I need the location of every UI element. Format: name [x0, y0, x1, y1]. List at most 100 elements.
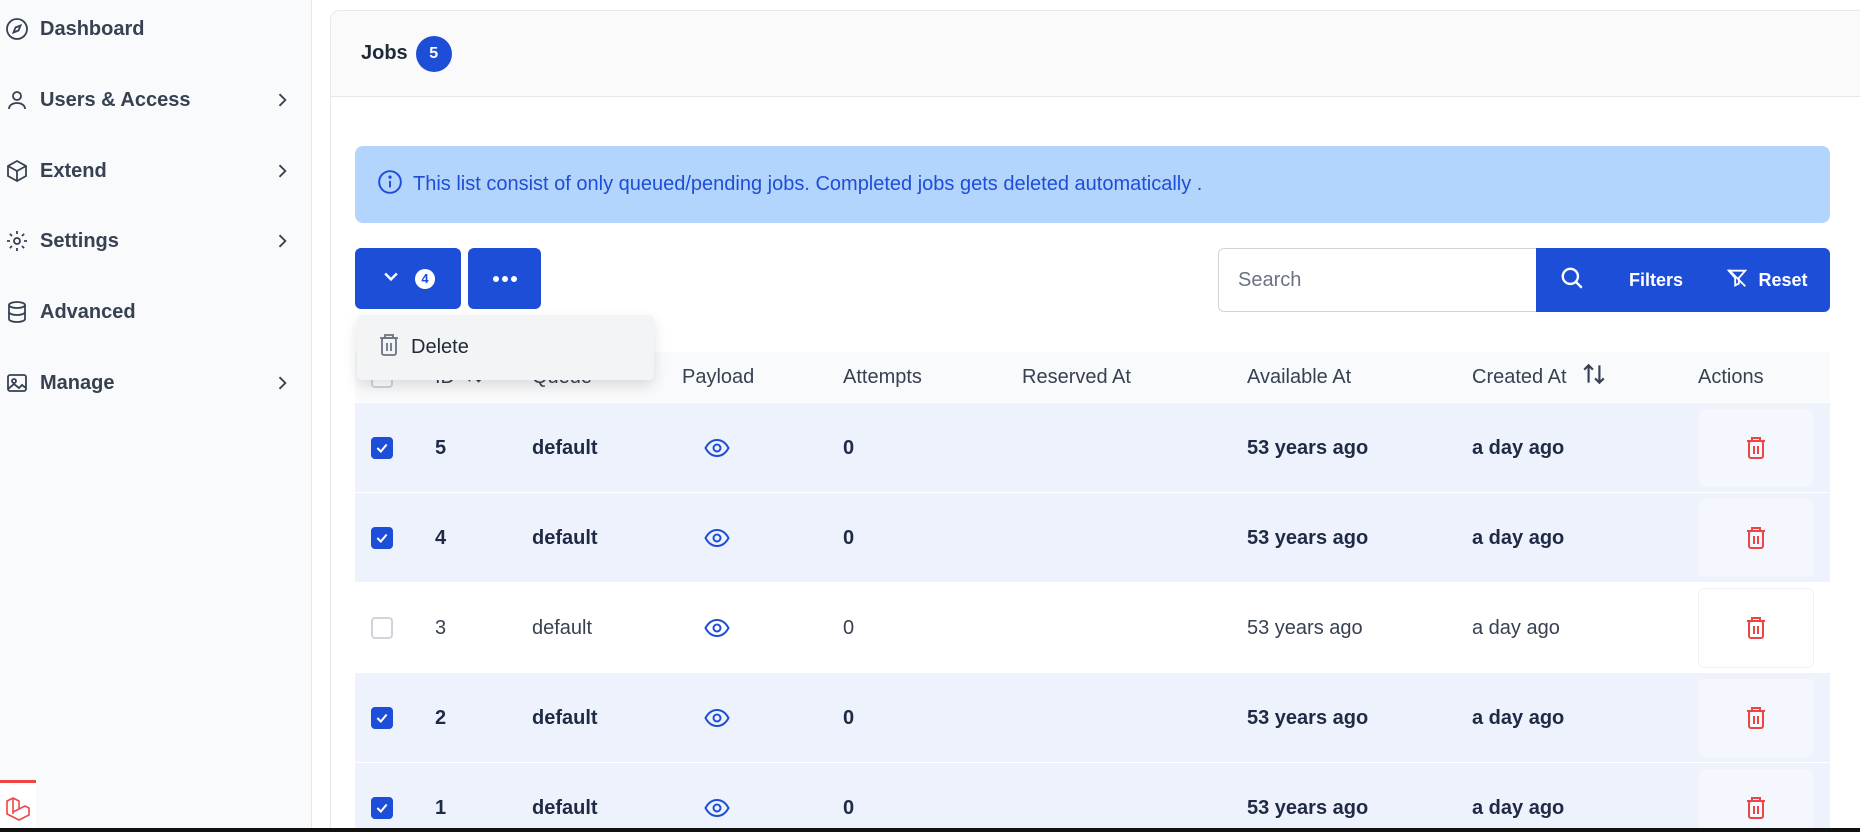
row-checkbox-cell [371, 763, 393, 832]
chevron-down-icon [381, 266, 401, 291]
row-available-at: 53 years ago [1247, 616, 1363, 639]
row-attempts: 0 [843, 436, 855, 459]
row-id: 1 [435, 796, 447, 819]
delete-row-button[interactable] [1698, 768, 1814, 832]
row-actions [1698, 403, 1814, 493]
trash-icon [1747, 527, 1765, 549]
search-button[interactable] [1536, 248, 1608, 312]
sort-icon [1581, 361, 1607, 393]
reset-button[interactable]: Reset [1704, 248, 1830, 312]
check-icon [376, 803, 388, 814]
column-payload: Payload [682, 365, 755, 388]
column-actions: Actions [1698, 365, 1764, 388]
page-title: Jobs [361, 42, 408, 64]
sidebar-item-manage[interactable]: Manage [0, 355, 312, 411]
eye-icon[interactable] [704, 528, 730, 548]
chevron-right-icon [270, 371, 294, 395]
table-row[interactable]: 3 default 0 53 years ago a day ago [355, 582, 1830, 672]
delete-row-button[interactable] [1698, 588, 1814, 668]
row-attempts: 0 [843, 796, 855, 819]
chevron-right-icon [270, 88, 294, 112]
row-checkbox[interactable] [371, 617, 393, 639]
row-id: 2 [435, 706, 447, 729]
row-checkbox[interactable] [371, 797, 393, 819]
check-icon [376, 443, 388, 454]
row-id: 3 [435, 616, 447, 639]
sidebar-item-label: Settings [40, 229, 119, 252]
row-actions [1698, 763, 1814, 832]
delete-row-button[interactable] [1698, 678, 1814, 758]
table-body: 5 default 0 53 years ago a day ago 4 def… [355, 402, 1830, 832]
eye-icon[interactable] [704, 438, 730, 458]
image-icon [2, 368, 32, 398]
sidebar: Dashboard Users & Access Extend Settings [0, 0, 312, 832]
app-logo[interactable] [0, 780, 36, 832]
row-checkbox-cell [371, 673, 393, 763]
delete-row-button[interactable] [1698, 408, 1814, 488]
sidebar-item-label: Advanced [40, 300, 136, 323]
delete-label: Delete [411, 336, 469, 358]
alert-text: This list consist of only queued/pending… [413, 173, 1203, 195]
search-icon [1559, 265, 1585, 296]
eye-icon[interactable] [704, 618, 730, 638]
bottom-edge [0, 828, 1860, 832]
trash-icon [1747, 707, 1765, 729]
row-checkbox[interactable] [371, 707, 393, 729]
row-actions [1698, 673, 1814, 763]
column-created-at[interactable]: Created At [1472, 352, 1607, 402]
count-badge: 5 [415, 35, 452, 72]
table-row[interactable]: 1 default 0 53 years ago a day ago [355, 762, 1830, 832]
column-attempts: Attempts [843, 365, 922, 388]
row-checkbox[interactable] [371, 527, 393, 549]
row-attempts: 0 [843, 616, 855, 639]
check-icon [376, 713, 388, 724]
delete-row-button[interactable] [1698, 498, 1814, 578]
table-row[interactable]: 4 default 0 53 years ago a day ago [355, 492, 1830, 582]
row-available-at: 53 years ago [1247, 436, 1369, 459]
row-created-at: a day ago [1472, 706, 1565, 729]
eye-icon[interactable] [704, 798, 730, 818]
sidebar-item-label: Users & Access [40, 88, 191, 111]
sidebar-item-dashboard[interactable]: Dashboard [0, 1, 312, 57]
row-available-at: 53 years ago [1247, 706, 1369, 729]
trash-icon [1747, 437, 1765, 459]
eye-icon[interactable] [704, 708, 730, 728]
row-queue: default [532, 526, 598, 549]
card-header: Jobs 5 [331, 11, 1860, 97]
table-row[interactable]: 5 default 0 53 years ago a day ago [355, 402, 1830, 492]
ellipsis-icon [492, 270, 518, 288]
column-available-at: Available At [1247, 365, 1352, 388]
row-created-at: a day ago [1472, 616, 1560, 639]
search-input[interactable] [1218, 248, 1536, 312]
selected-count-badge: 4 [415, 268, 435, 289]
sidebar-item-advanced[interactable]: Advanced [0, 284, 312, 340]
sidebar-item-settings[interactable]: Settings [0, 213, 312, 269]
row-payload [704, 403, 730, 493]
gear-icon [2, 226, 32, 256]
filters-button[interactable]: Filters [1608, 248, 1704, 312]
row-payload [704, 583, 730, 673]
trash-icon [377, 332, 401, 363]
reset-label: Reset [1758, 269, 1808, 290]
row-payload [704, 763, 730, 832]
bulk-delete-menu-item[interactable]: Delete [357, 315, 654, 380]
row-actions [1698, 493, 1814, 583]
search-group: Filters Reset [1218, 248, 1830, 312]
sidebar-item-label: Extend [40, 159, 107, 182]
info-icon [377, 169, 403, 201]
row-created-at: a day ago [1472, 526, 1565, 549]
more-actions-button[interactable] [468, 248, 541, 309]
row-payload [704, 673, 730, 763]
info-alert: This list consist of only queued/pending… [355, 146, 1830, 223]
table-row[interactable]: 2 default 0 53 years ago a day ago [355, 672, 1830, 762]
row-id: 5 [435, 436, 447, 459]
row-attempts: 0 [843, 526, 855, 549]
trash-icon [1747, 617, 1765, 639]
chevron-right-icon [270, 159, 294, 183]
sidebar-item-extend[interactable]: Extend [0, 143, 312, 199]
row-checkbox[interactable] [371, 437, 393, 459]
row-created-at: a day ago [1472, 436, 1565, 459]
sidebar-item-label: Manage [40, 371, 115, 394]
sidebar-item-users-access[interactable]: Users & Access [0, 72, 312, 128]
bulk-actions-button[interactable]: 4 [355, 248, 461, 309]
